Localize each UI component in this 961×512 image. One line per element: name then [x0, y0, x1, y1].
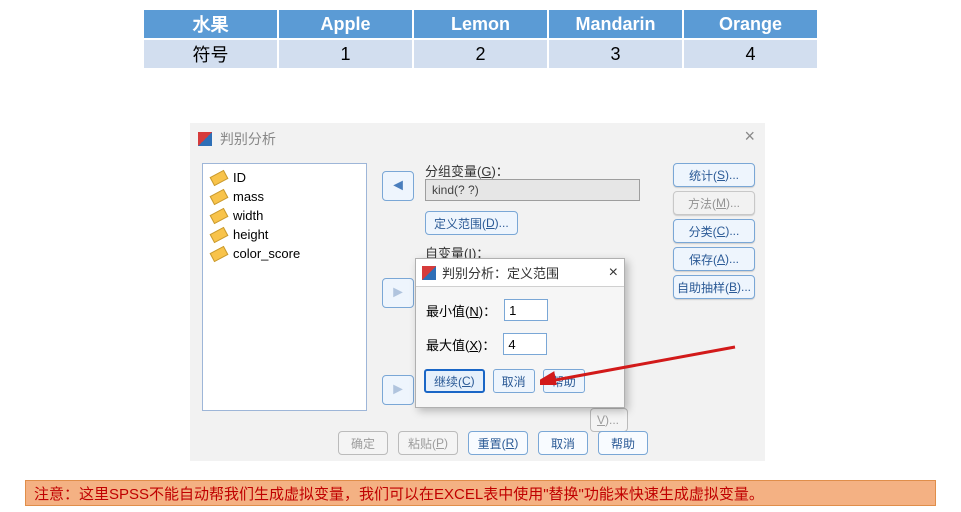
move-to-select-button[interactable]: ►	[382, 375, 414, 405]
scale-icon	[210, 226, 229, 242]
save-button[interactable]: 保存(A)...	[673, 247, 755, 271]
move-to-group-button[interactable]: ◄	[382, 171, 414, 201]
group-variable-label: 分组变量(G)：	[425, 161, 509, 180]
scale-icon	[210, 169, 229, 185]
cell-lemon: 2	[413, 39, 548, 69]
group-variable-field[interactable]: kind(? ?)	[425, 179, 640, 201]
cell-orange: 4	[683, 39, 818, 69]
list-item: height	[211, 227, 358, 242]
list-item: color_score	[211, 246, 358, 261]
table-row: 符号 1 2 3 4	[143, 39, 818, 69]
method-button: 方法(M)...	[673, 191, 755, 215]
continue-button[interactable]: 继续(C)	[424, 369, 485, 393]
col-header-lemon: Lemon	[413, 9, 548, 39]
close-icon[interactable]: ×	[744, 129, 755, 143]
range-dialog-titlebar: 判别分析：定义范围 ×	[416, 259, 624, 287]
ok-button[interactable]: 确定	[338, 431, 388, 455]
scale-icon	[210, 245, 229, 261]
cancel-button[interactable]: 取消	[538, 431, 588, 455]
variable-list[interactable]: ID mass width height color_score	[202, 163, 367, 411]
table-header-row: 水果 Apple Lemon Mandarin Orange	[143, 9, 818, 39]
reset-button[interactable]: 重置(R)	[468, 431, 528, 455]
min-label: 最小值(N)：	[426, 301, 496, 320]
range-cancel-button[interactable]: 取消	[493, 369, 535, 393]
range-dialog-title: 判别分析：定义范围	[442, 263, 559, 282]
bootstrap-button[interactable]: 自助抽样(B)...	[673, 275, 755, 299]
col-header-fruit: 水果	[143, 9, 278, 39]
cell-apple: 1	[278, 39, 413, 69]
classify-button[interactable]: 分类(C)...	[673, 219, 755, 243]
define-range-button[interactable]: 定义范围(D)...	[425, 211, 518, 235]
max-label: 最大值(X)：	[426, 335, 495, 354]
statistics-button[interactable]: 统计(S)...	[673, 163, 755, 187]
define-range-dialog: 判别分析：定义范围 × 最小值(N)： 最大值(X)： 继续(C) 取消 帮助	[415, 258, 625, 408]
fruit-code-table: 水果 Apple Lemon Mandarin Orange 符号 1 2 3 …	[142, 8, 819, 70]
spss-app-icon	[422, 266, 436, 280]
scale-icon	[210, 188, 229, 204]
help-button[interactable]: 帮助	[598, 431, 648, 455]
scale-icon	[210, 207, 229, 223]
close-icon[interactable]: ×	[609, 266, 618, 280]
paste-button[interactable]: 粘贴(P)	[398, 431, 458, 455]
list-item: mass	[211, 189, 358, 204]
list-item: ID	[211, 170, 358, 185]
dialog-titlebar: 判别分析 ×	[190, 123, 765, 153]
max-row: 最大值(X)：	[426, 333, 614, 355]
col-header-orange: Orange	[683, 9, 818, 39]
selection-value-button[interactable]: V)...	[590, 408, 628, 432]
footnote: 注意：这里SPSS不能自动帮我们生成虚拟变量，我们可以在EXCEL表中使用"替换…	[25, 480, 936, 506]
cell-mandarin: 3	[548, 39, 683, 69]
row-label: 符号	[143, 39, 278, 69]
max-input[interactable]	[503, 333, 547, 355]
col-header-apple: Apple	[278, 9, 413, 39]
list-item: width	[211, 208, 358, 223]
move-to-independent-button[interactable]: ►	[382, 278, 414, 308]
col-header-mandarin: Mandarin	[548, 9, 683, 39]
range-help-button[interactable]: 帮助	[543, 369, 585, 393]
discriminant-dialog: 判别分析 × ID mass width height color_score …	[190, 123, 765, 461]
min-row: 最小值(N)：	[426, 299, 614, 321]
dialog-title: 判别分析	[220, 131, 276, 147]
spss-app-icon	[198, 132, 212, 146]
min-input[interactable]	[504, 299, 548, 321]
